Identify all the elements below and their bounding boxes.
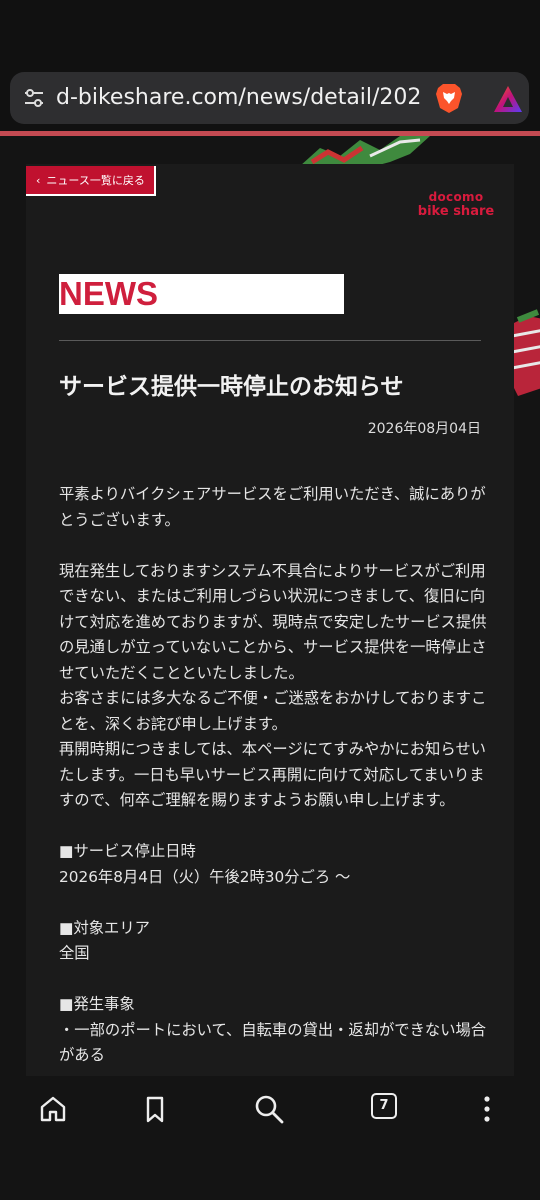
tabs-icon[interactable]: 7	[371, 1093, 397, 1119]
article-date: 2026年08月04日	[367, 421, 481, 437]
more-vertical-icon[interactable]	[470, 1092, 504, 1126]
brave-lion-icon[interactable]	[434, 82, 464, 114]
issue-value: ・一部のポートにおいて、自転車の貸出・返却ができない場合がある	[59, 1020, 487, 1065]
address-bar[interactable]: d-bikeshare.com/news/detail/2026080	[10, 72, 529, 124]
browser-bottom-nav	[0, 1076, 540, 1200]
search-icon[interactable]	[252, 1092, 286, 1126]
divider	[59, 340, 481, 341]
stop-time-heading: ■サービス停止日時	[59, 842, 196, 860]
article-body: 平素よりバイクシェアサービスをご利用いただき、誠にありがとうございます。 現在発…	[59, 482, 489, 1069]
docomo-bike-share-logo[interactable]: docomo bike share	[414, 190, 498, 220]
issue-heading: ■発生事象	[59, 995, 135, 1013]
article-title: サービス提供一時停止のお知らせ	[59, 374, 404, 400]
tune-icon[interactable]	[22, 86, 46, 110]
back-label: ニュース一覧に戻る	[46, 174, 145, 187]
section-label-news: NEWS	[59, 274, 344, 314]
home-icon[interactable]	[36, 1092, 70, 1126]
url-text[interactable]: d-bikeshare.com/news/detail/2026080	[56, 84, 422, 112]
area-value: 全国	[59, 944, 90, 962]
back-to-news-list-button[interactable]: ‹ ニュース一覧に戻る	[26, 166, 156, 196]
paragraph: 平素よりバイクシェアサービスをご利用いただき、誠にありがとうございます。	[59, 485, 486, 529]
paragraph: 現在発生しておりますシステム不具合によりサービスがご利用できない、またはご利用し…	[59, 561, 487, 810]
browser-top-bar: d-bikeshare.com/news/detail/2026080	[0, 0, 540, 132]
stop-time-value: 2026年8月4日（火）午後2時30分ごろ 〜	[59, 867, 351, 886]
bookmark-icon[interactable]	[138, 1092, 172, 1126]
chevron-left-icon: ‹	[36, 174, 41, 187]
area-heading: ■対象エリア	[59, 918, 150, 937]
brave-rewards-icon[interactable]	[492, 84, 524, 114]
